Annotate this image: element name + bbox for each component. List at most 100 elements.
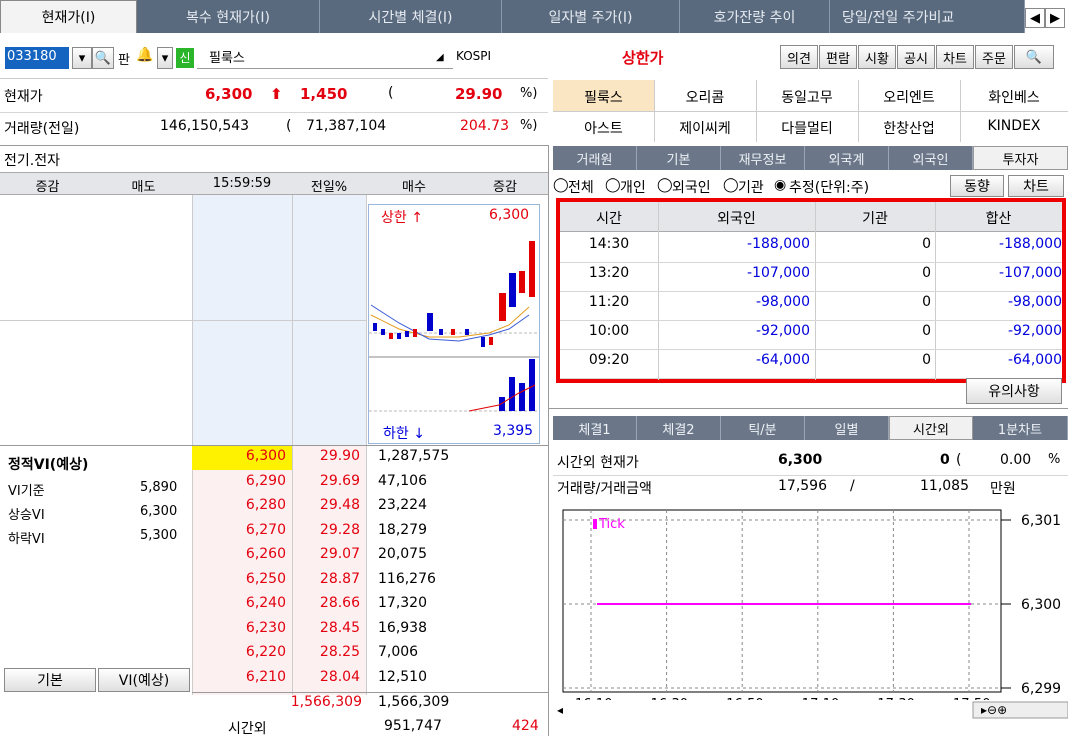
disclosure-button[interactable]: 공시 <box>897 45 935 69</box>
inv-foreigner: -107,000 <box>747 265 810 281</box>
bid-price[interactable]: 6,210 <box>192 669 286 685</box>
opinion-button[interactable]: 의견 <box>780 45 818 69</box>
investor-chart-button[interactable]: 차트 <box>1008 175 1064 197</box>
tab-multi-price[interactable]: 복수 현재가(I) <box>137 0 320 33</box>
vi-expected-button[interactable]: VI(예상) <box>98 668 190 692</box>
related-stock-item[interactable]: 아스트 <box>553 118 654 138</box>
bid-pct: 28.04 <box>319 668 360 685</box>
related-stock-item[interactable]: 한창산업 <box>858 118 960 138</box>
related-stock-item[interactable]: 화인베스 <box>960 87 1068 107</box>
name-dropdown-icon[interactable]: ◢ <box>436 52 444 63</box>
stock-name-field[interactable]: 필룩스 <box>197 47 453 69</box>
tab-after-hours[interactable]: 시간외 <box>889 416 973 440</box>
inv-foreigner: -188,000 <box>747 236 810 252</box>
bid-price[interactable]: 6,280 <box>192 497 286 513</box>
radio-indiv-label[interactable]: 개인 <box>620 177 646 197</box>
bid-price[interactable]: 6,260 <box>192 546 286 562</box>
legend-label: Tick <box>598 517 625 532</box>
bid-price[interactable]: 6,290 <box>192 473 286 489</box>
tab-current-price[interactable]: 현재가(I) <box>0 0 137 33</box>
bid-volume: 47,106 <box>378 472 427 489</box>
radio-inst-label[interactable]: 기관 <box>738 177 764 197</box>
related-stock-item[interactable]: KINDEX <box>960 118 1068 134</box>
tab-1min-chart[interactable]: 1분차트 <box>973 416 1068 440</box>
settings-icon[interactable]: 🔍 <box>1014 45 1054 69</box>
radio-est-label[interactable]: 추정(단위:주) <box>789 177 869 197</box>
after-hours-label: 시간외 <box>228 721 267 737</box>
bid-price[interactable]: 6,300 <box>192 448 286 464</box>
tab-basic[interactable]: 기본 <box>637 146 721 170</box>
related-stocks-grid: 필룩스 오리콤 동일고무 오리엔트 화인베스 아스트 제이씨케 다믈멀티 한창산… <box>553 80 1068 144</box>
tab-daily-price[interactable]: 일자별 주가(I) <box>502 0 680 33</box>
upper-limit-value: 6,300 <box>489 207 530 223</box>
vi-row-value: 6,300 <box>140 504 178 519</box>
inv-institution: 0 <box>922 236 931 252</box>
code-dropdown-icon[interactable]: ▾ <box>72 47 92 69</box>
zoom-icons[interactable]: ▸⊖⊕ <box>981 703 1007 717</box>
related-stock-item[interactable]: 제이씨케 <box>654 118 756 138</box>
vi-row-value: 5,300 <box>140 528 178 543</box>
after-hours-change: 424 <box>512 718 539 734</box>
related-stock-item[interactable]: 오리엔트 <box>858 87 960 107</box>
related-stock-item[interactable]: 다믈멀티 <box>756 118 858 138</box>
market-label: KOSPI <box>456 49 492 63</box>
stock-code-input[interactable]: 033180 <box>5 47 69 69</box>
radio-indiv-icon[interactable]: ◯ <box>605 177 621 193</box>
tab-foreigner[interactable]: 외국인 <box>889 146 973 170</box>
market-news-button[interactable]: 시황 <box>858 45 896 69</box>
tab-scroll-right-icon[interactable]: ▶ <box>1045 8 1065 28</box>
bid-price[interactable]: 6,270 <box>192 522 286 538</box>
bid-price[interactable]: 6,250 <box>192 571 286 587</box>
order-button[interactable]: 주문 <box>975 45 1013 69</box>
price-label: 현재가 <box>4 89 43 105</box>
tab-quote-trend[interactable]: 호가잔량 추이 <box>680 0 830 33</box>
radio-est-selected-icon[interactable]: ◉ <box>774 177 786 193</box>
price-change: 1,450 <box>300 85 348 103</box>
radio-all-icon[interactable]: ◯ <box>553 177 569 193</box>
trend-button[interactable]: 동향 <box>950 175 1004 197</box>
tab-broker[interactable]: 거래원 <box>553 146 637 170</box>
notice-button[interactable]: 유의사항 <box>966 378 1062 404</box>
related-stock-item[interactable]: 동일고무 <box>756 87 858 107</box>
radio-foreign-icon[interactable]: ◯ <box>657 177 673 193</box>
hdr-prev-pct[interactable]: 전일% <box>292 176 366 195</box>
tab-exec2[interactable]: 체결2 <box>637 416 721 440</box>
vi-row-label: VI기준 <box>8 484 45 499</box>
radio-foreign-label[interactable]: 외국인 <box>672 177 711 197</box>
tab-investor[interactable]: 투자자 <box>973 146 1068 170</box>
legend-swatch <box>593 519 597 529</box>
total-sell: 1,566,309 <box>290 694 362 710</box>
related-stock-item[interactable]: 필룩스 <box>553 87 654 107</box>
tab-financial[interactable]: 재무정보 <box>721 146 805 170</box>
related-stock-item[interactable]: 오리콤 <box>654 87 756 107</box>
inv-institution: 0 <box>922 323 931 339</box>
bid-pct: 28.87 <box>319 570 360 587</box>
handbook-button[interactable]: 편람 <box>819 45 857 69</box>
col-time: 시간 <box>596 211 622 227</box>
bid-volume: 116,276 <box>378 570 436 587</box>
radio-all-label[interactable]: 전체 <box>568 177 594 197</box>
inv-foreigner: -92,000 <box>755 323 810 339</box>
tab-time-exec[interactable]: 시간별 체결(I) <box>320 0 502 33</box>
inv-time: 11:20 <box>588 294 630 310</box>
bid-price[interactable]: 6,230 <box>192 620 286 636</box>
bell-icon[interactable]: 🔔 <box>136 47 156 69</box>
chart-button[interactable]: 차트 <box>936 45 974 69</box>
bid-pct: 29.28 <box>319 521 360 538</box>
scroll-left-icon[interactable]: ◂ <box>557 703 563 717</box>
tab-price-compare[interactable]: 당일/전일 주가비교 <box>830 0 1025 33</box>
search-icon[interactable]: 🔍 <box>92 47 114 69</box>
tab-foreign-broker[interactable]: 외국계 <box>805 146 889 170</box>
bid-price[interactable]: 6,240 <box>192 595 286 611</box>
basic-button[interactable]: 기본 <box>4 668 96 692</box>
bid-volume: 18,279 <box>378 521 427 538</box>
after-pct-unit: % <box>1048 452 1061 467</box>
tab-daily[interactable]: 일별 <box>805 416 889 440</box>
radio-inst-icon[interactable]: ◯ <box>723 177 739 193</box>
bid-price[interactable]: 6,220 <box>192 644 286 660</box>
current-price: 6,300 <box>205 85 253 103</box>
tab-tick-min[interactable]: 틱/분 <box>721 416 805 440</box>
alarm-dropdown-icon[interactable]: ▾ <box>157 47 173 69</box>
tab-scroll-left-icon[interactable]: ◀ <box>1025 8 1045 28</box>
tab-exec1[interactable]: 체결1 <box>553 416 637 440</box>
